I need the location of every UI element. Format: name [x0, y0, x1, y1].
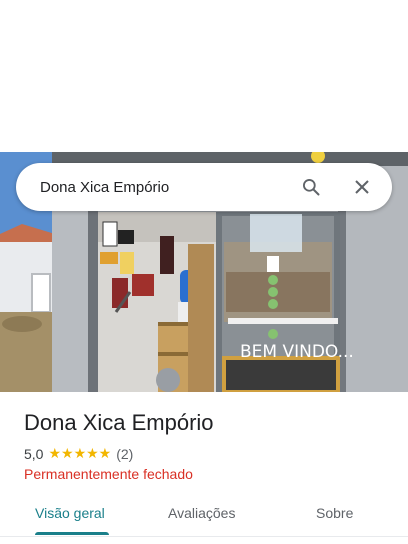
search-icon[interactable] — [299, 175, 323, 199]
status-closed: Permanentemente fechado — [24, 466, 193, 482]
search-query-text[interactable]: Dona Xica Empório — [40, 179, 299, 196]
tab-about[interactable]: Sobre — [316, 505, 353, 521]
rating-row[interactable]: 5,0 ★★★★★ (2) — [24, 445, 133, 462]
rating-value: 5,0 — [24, 445, 44, 462]
search-bar[interactable]: Dona Xica Empório — [16, 163, 392, 211]
tab-reviews[interactable]: Avaliações — [168, 505, 235, 521]
tab-overview[interactable]: Visão geral — [35, 505, 105, 521]
rating-stars-icon: ★★★★★ — [48, 445, 112, 461]
map-area-blank — [0, 0, 408, 152]
tab-bar: Visão geral Avaliações Sobre — [0, 492, 408, 537]
close-icon[interactable] — [350, 175, 374, 199]
active-tab-indicator — [35, 532, 109, 535]
review-count[interactable]: (2) — [116, 446, 133, 462]
place-title: Dona Xica Empório — [24, 410, 214, 435]
storefront-welcome-text: BEM VINDO... — [240, 342, 354, 362]
